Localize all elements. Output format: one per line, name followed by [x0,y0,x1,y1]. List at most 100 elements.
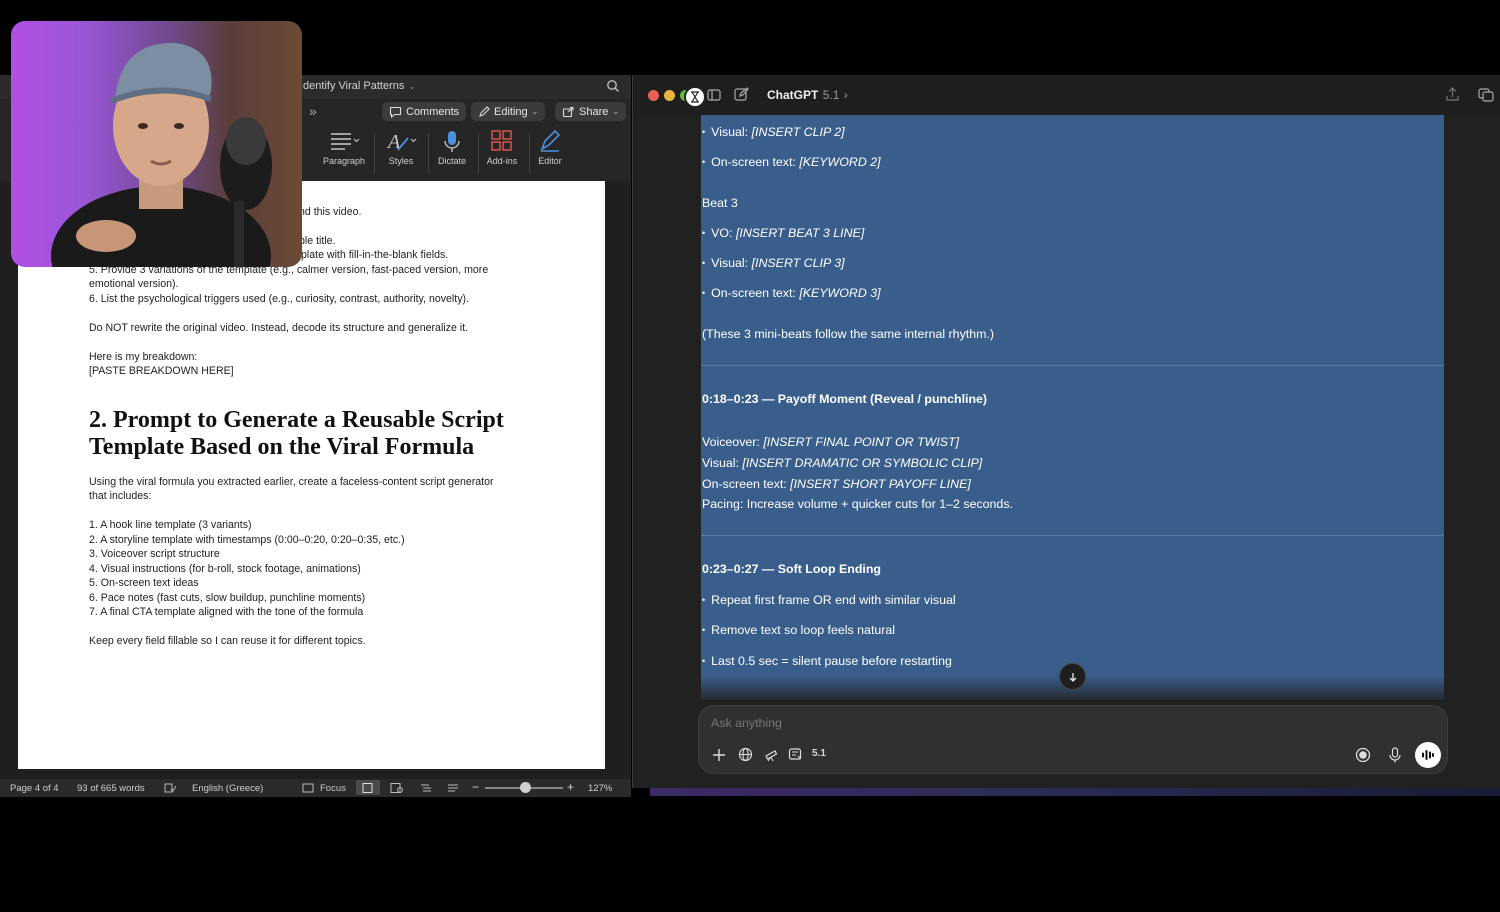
model-badge[interactable]: 5.1 [812,748,826,759]
zoom-level[interactable]: 127% [588,783,612,794]
doc-text-line: that includes: [89,490,152,502]
message-input[interactable] [711,716,1311,730]
paragraph-line: Visual: [INSERT DRAMATIC OR SYMBOLIC CLI… [702,456,983,470]
dictate-button[interactable]: Dictate [424,129,480,166]
selected-response-highlight [701,115,1444,700]
chevron-down-icon: ⌄ [612,107,620,116]
styles-label: Styles [388,156,414,166]
search-icon[interactable] [606,79,620,93]
page-count[interactable]: Page 4 of 4 [10,783,59,794]
word-count[interactable]: 93 of 665 words [77,783,145,794]
editor-label: Editor [538,156,562,166]
pencil-icon [479,105,490,117]
telescope-icon[interactable] [763,746,780,763]
zoom-out-icon[interactable]: − [472,780,479,794]
doc-text-line: ble title. [299,235,336,247]
doc-list-item: 4. Visual instructions (for b-roll, stoc… [89,563,361,575]
cursor-hourglass-icon [684,86,706,108]
styles-icon: A [386,131,417,153]
paragraph-button[interactable]: Paragraph [316,129,372,166]
comment-icon [389,106,402,118]
status-bar: Page 4 of 4 93 of 665 words English (Gre… [0,779,631,797]
canvas-icon[interactable] [787,746,804,763]
new-chat-icon[interactable] [734,87,749,107]
doc-text-line: nd this video. [299,206,362,218]
model-selector[interactable]: ChatGPT 5.1 › [767,88,848,102]
paragraph-line: Pacing: Increase volume + quicker cuts f… [702,497,1013,511]
section-heading: 0:18–0:23 — Payoff Moment (Reveal / punc… [702,392,988,406]
doc-text-line: emotional version). [89,278,179,290]
dictate-label: Dictate [437,156,466,166]
scroll-to-bottom-button[interactable] [1059,663,1086,690]
record-icon[interactable] [1354,746,1371,763]
zoom-in-icon[interactable]: + [567,780,574,794]
paragraph-icon [331,133,360,150]
chevron-down-icon: ⌄ [531,107,539,116]
minimize-window-button[interactable] [664,90,675,101]
list-item: Remove text so loop feels natural [702,623,895,637]
styles-button[interactable]: A Styles [373,129,429,166]
outline-view-icon[interactable] [420,783,432,796]
temporary-chat-icon[interactable] [1478,87,1494,107]
globe-icon[interactable] [737,746,754,763]
more-tabs-icon[interactable]: » [309,103,317,119]
list-item: Visual: [INSERT CLIP 2] [702,125,844,139]
chatgpt-titlebar: ChatGPT 5.1 › [633,75,1500,115]
document-page[interactable]: nd this video. ble title. plate with fil… [18,181,605,769]
webcam-overlay [11,21,302,267]
zoom-slider-thumb[interactable] [520,782,531,793]
focus-icon[interactable] [302,783,314,796]
desktop-wallpaper-edge [650,788,1500,796]
doc-list-item: 1. A hook line template (3 variants) [89,519,252,531]
doc-list-item: 3. Voiceover script structure [89,548,220,560]
addins-label: Add-ins [486,156,518,166]
web-layout-icon[interactable] [390,783,403,796]
close-window-button[interactable] [648,90,659,101]
list-item: Repeat first frame OR end with similar v… [702,593,955,607]
waveform-icon [1422,750,1434,760]
list-item: On-screen text: [KEYWORD 3] [702,286,880,300]
share-icon [562,106,574,117]
focus-button[interactable]: Focus [320,783,346,794]
doc-heading: Template Based on the Viral Formula [89,434,475,460]
divider [701,535,1444,536]
message-composer: 5.1 [698,705,1448,774]
chatgpt-window: ChatGPT 5.1 › Visual: [INSERT CLIP 2] On… [632,75,1500,788]
plus-icon[interactable] [710,746,727,763]
share-icon[interactable] [1445,87,1460,107]
chevron-right-icon: › [840,88,848,102]
list-item: Last 0.5 sec = silent pause before resta… [702,654,952,668]
doc-list-item: 2. A storyline template with timestamps … [89,534,405,546]
presenter-video-image [51,42,272,267]
editor-button[interactable]: Editor [522,129,578,166]
document-canvas: nd this video. ble title. plate with fil… [0,181,631,779]
language[interactable]: English (Greece) [192,783,263,794]
chat-thread[interactable]: Visual: [INSERT CLIP 2] On-screen text: … [633,115,1500,788]
editing-button[interactable]: Editing ⌄ [471,102,546,121]
voice-mode-button[interactable] [1415,742,1441,768]
doc-text-line: Keep every field fillable so I can reuse… [89,635,366,647]
editing-label: Editing [494,105,528,118]
paragraph-line: Voiceover: [INSERT FINAL POINT OR TWIST] [702,435,960,449]
editor-pen-icon [540,129,561,152]
arrow-down-icon [1069,672,1076,682]
comments-button[interactable]: Comments [382,102,467,121]
paragraph-line: On-screen text: [INSERT SHORT PAYOFF LIN… [702,477,971,491]
sidebar-toggle-icon[interactable] [707,88,721,107]
microphone-icon[interactable] [1386,746,1403,763]
list-item: On-screen text: [KEYWORD 2] [702,155,880,169]
document-title[interactable]: Identify Viral Patterns ⌄ [300,80,416,92]
divider [701,365,1444,366]
section-heading: 0:23–0:27 — Soft Loop Ending [702,562,881,576]
share-button[interactable]: Share ⌄ [555,102,627,121]
print-layout-icon[interactable] [356,780,380,795]
proofing-icon[interactable] [164,783,177,796]
doc-text-line: plate with fill-in-the-blank fields. [301,249,449,261]
doc-text-line: Do NOT rewrite the original video. Inste… [89,322,469,334]
screen: Identify Viral Patterns ⌄ » Comments Edit… [0,0,1500,912]
list-item: VO: [INSERT BEAT 3 LINE] [702,226,864,240]
draft-view-icon[interactable] [447,783,459,796]
comments-label: Comments [406,105,460,118]
list-item: Visual: [INSERT CLIP 3] [702,256,844,270]
doc-text-line: 6. List the psychological triggers used … [89,293,469,305]
